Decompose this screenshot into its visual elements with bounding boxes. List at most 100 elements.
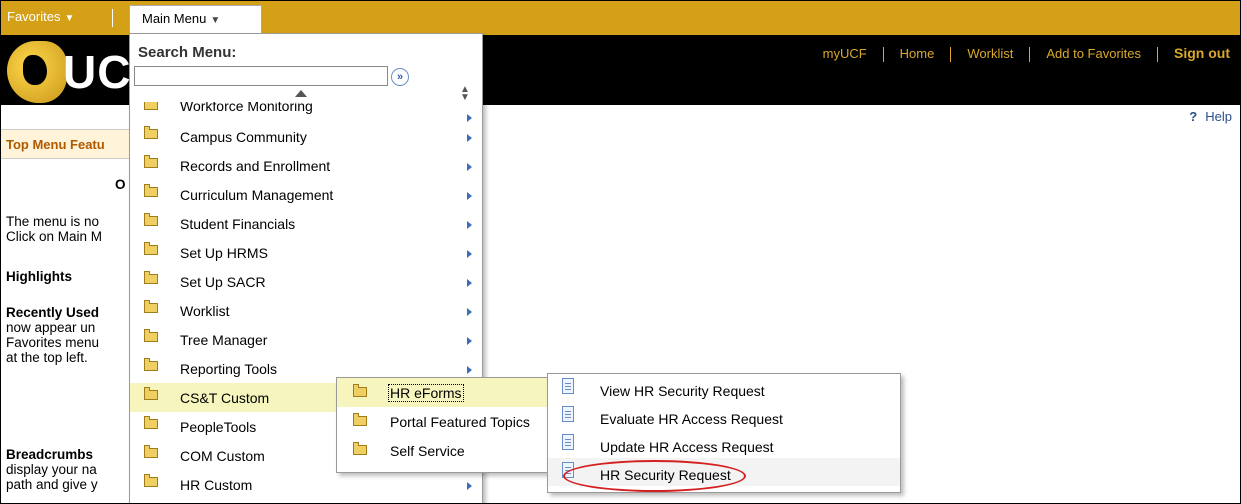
link-myucf[interactable]: myUCF: [823, 46, 867, 61]
submenu-item-label: Portal Featured Topics: [390, 414, 530, 430]
menu-item-set-up-hrms[interactable]: Set Up HRMS: [130, 238, 482, 267]
folder-icon: [144, 102, 158, 110]
section-heading: Breadcrumbs: [6, 447, 94, 462]
scroll-up-icon[interactable]: [295, 90, 307, 97]
menu-item-label: Records and Enrollment: [180, 158, 331, 174]
menu-item-curriculum-management[interactable]: Curriculum Management: [130, 180, 482, 209]
main-menu-tab[interactable]: Main Menu ▼: [129, 5, 262, 33]
content-text: path and give y: [6, 477, 98, 492]
submenu-item-view-hr-security-request[interactable]: View HR Security Request: [548, 374, 900, 402]
content-text: Favorites menu: [6, 335, 100, 350]
menu-item-label: HR Custom: [180, 477, 253, 493]
submenu-item-hr-eforms[interactable]: HR eForms: [337, 378, 547, 407]
chevron-down-icon: ▼: [210, 15, 221, 26]
folder-icon: [144, 126, 158, 139]
cst-custom-submenu: HR eForms Portal Featured Topics Self Se…: [336, 377, 548, 473]
menu-item-tree-manager[interactable]: Tree Manager: [130, 325, 482, 354]
link-divider: [950, 47, 952, 63]
link-divider: [1029, 47, 1031, 63]
top-nav-bar: Favorites ▼ Main Menu ▼: [1, 1, 1240, 35]
folder-icon: [144, 445, 158, 458]
logo-text: UC: [63, 46, 132, 98]
document-icon: [562, 406, 574, 422]
menu-item-campus-community[interactable]: Campus Community: [130, 122, 482, 151]
menu-item-label: COM Custom: [180, 448, 265, 464]
menu-item-label: PeopleTools: [180, 419, 257, 435]
menu-item-label: Campus Community: [180, 129, 307, 145]
menu-item-student-financials[interactable]: Student Financials: [130, 209, 482, 238]
help-icon: ?: [1189, 109, 1198, 124]
folder-icon: [144, 242, 158, 255]
content-text: display your na: [6, 462, 97, 477]
chevron-right-icon: [467, 134, 472, 142]
content-text: Click on Main M: [6, 229, 103, 244]
menu-item-label: Set Up SACR: [180, 274, 266, 290]
search-menu-input[interactable]: [134, 66, 388, 86]
folder-icon: [144, 474, 158, 487]
submenu-item-portal-featured-topics[interactable]: Portal Featured Topics: [337, 407, 547, 436]
submenu-item-evaluate-hr-access-request[interactable]: Evaluate HR Access Request: [548, 402, 900, 430]
folder-icon: [353, 413, 367, 426]
submenu-item-self-service[interactable]: Self Service: [337, 436, 547, 465]
document-icon: [562, 434, 574, 450]
chevron-right-icon: [467, 337, 472, 345]
sign-out-link[interactable]: Sign out: [1174, 45, 1230, 61]
content-text: now appear un: [6, 320, 96, 335]
menu-item-workforce-monitoring[interactable]: Workforce Monitoring: [130, 102, 482, 122]
help-label: Help: [1205, 109, 1232, 124]
submenu-item-update-hr-access-request[interactable]: Update HR Access Request: [548, 430, 900, 458]
chevron-down-icon: ▼: [64, 13, 75, 24]
favorites-menu[interactable]: Favorites ▼: [7, 9, 74, 24]
help-link[interactable]: ? Help: [1189, 109, 1232, 124]
chevron-right-icon: [467, 114, 472, 122]
chevron-right-icon: [467, 279, 472, 287]
menu-item-set-up-sacr[interactable]: Set Up SACR: [130, 267, 482, 296]
highlight-annotation-oval: [563, 460, 746, 492]
folder-icon: [353, 384, 367, 397]
folder-icon: [144, 387, 158, 400]
chevron-right-icon: [467, 221, 472, 229]
link-worklist[interactable]: Worklist: [967, 46, 1013, 61]
submenu-item-label: Update HR Access Request: [600, 439, 774, 455]
search-go-icon[interactable]: »: [391, 68, 409, 86]
submenu-item-label: Self Service: [390, 443, 465, 459]
folder-icon: [144, 329, 158, 342]
chevron-right-icon: [467, 482, 472, 490]
menu-item-worklist[interactable]: Worklist: [130, 296, 482, 325]
link-home[interactable]: Home: [900, 46, 935, 61]
menu-item-label: Reporting Tools: [180, 361, 278, 377]
menu-item-label: Curriculum Management: [180, 187, 334, 203]
content-text: O: [115, 177, 126, 192]
nav-divider: [112, 9, 113, 27]
folder-icon: [144, 358, 158, 371]
folder-icon: [353, 442, 367, 455]
section-heading: Recently Used: [6, 305, 100, 320]
chevron-right-icon: [467, 250, 472, 258]
folder-icon: [144, 184, 158, 197]
menu-item-label: Student Financials: [180, 216, 296, 232]
search-menu-label: Search Menu:: [138, 44, 237, 61]
document-icon: [562, 378, 574, 394]
menu-item-label: Worklist: [180, 303, 230, 319]
folder-icon: [144, 271, 158, 284]
menu-item-label: CS&T Custom: [180, 390, 270, 406]
submenu-item-label: HR eForms: [388, 384, 464, 402]
menu-item-label: Workforce Monitoring: [180, 102, 313, 114]
menu-item-label: Tree Manager: [180, 332, 268, 348]
scroll-updown-icon[interactable]: ▲ ▼: [460, 85, 470, 103]
content-text: The menu is no: [6, 214, 100, 229]
submenu-item-label: View HR Security Request: [600, 383, 765, 399]
chevron-right-icon: [467, 366, 472, 374]
link-add-to-favorites[interactable]: Add to Favorites: [1046, 46, 1141, 61]
section-heading: Highlights: [6, 269, 72, 284]
header-links: myUCF Home Worklist Add to Favorites Sign ou…: [823, 45, 1230, 63]
folder-icon: [144, 300, 158, 313]
favorites-label: Favorites: [7, 9, 61, 24]
menu-item-hr-custom[interactable]: HR Custom: [130, 470, 482, 499]
pegasus-logo-icon: [7, 41, 67, 103]
submenu-item-label: Evaluate HR Access Request: [600, 411, 783, 427]
folder-icon: [144, 416, 158, 429]
chevron-right-icon: [467, 163, 472, 171]
menu-item-records-enrollment[interactable]: Records and Enrollment: [130, 151, 482, 180]
folder-icon: [144, 155, 158, 168]
